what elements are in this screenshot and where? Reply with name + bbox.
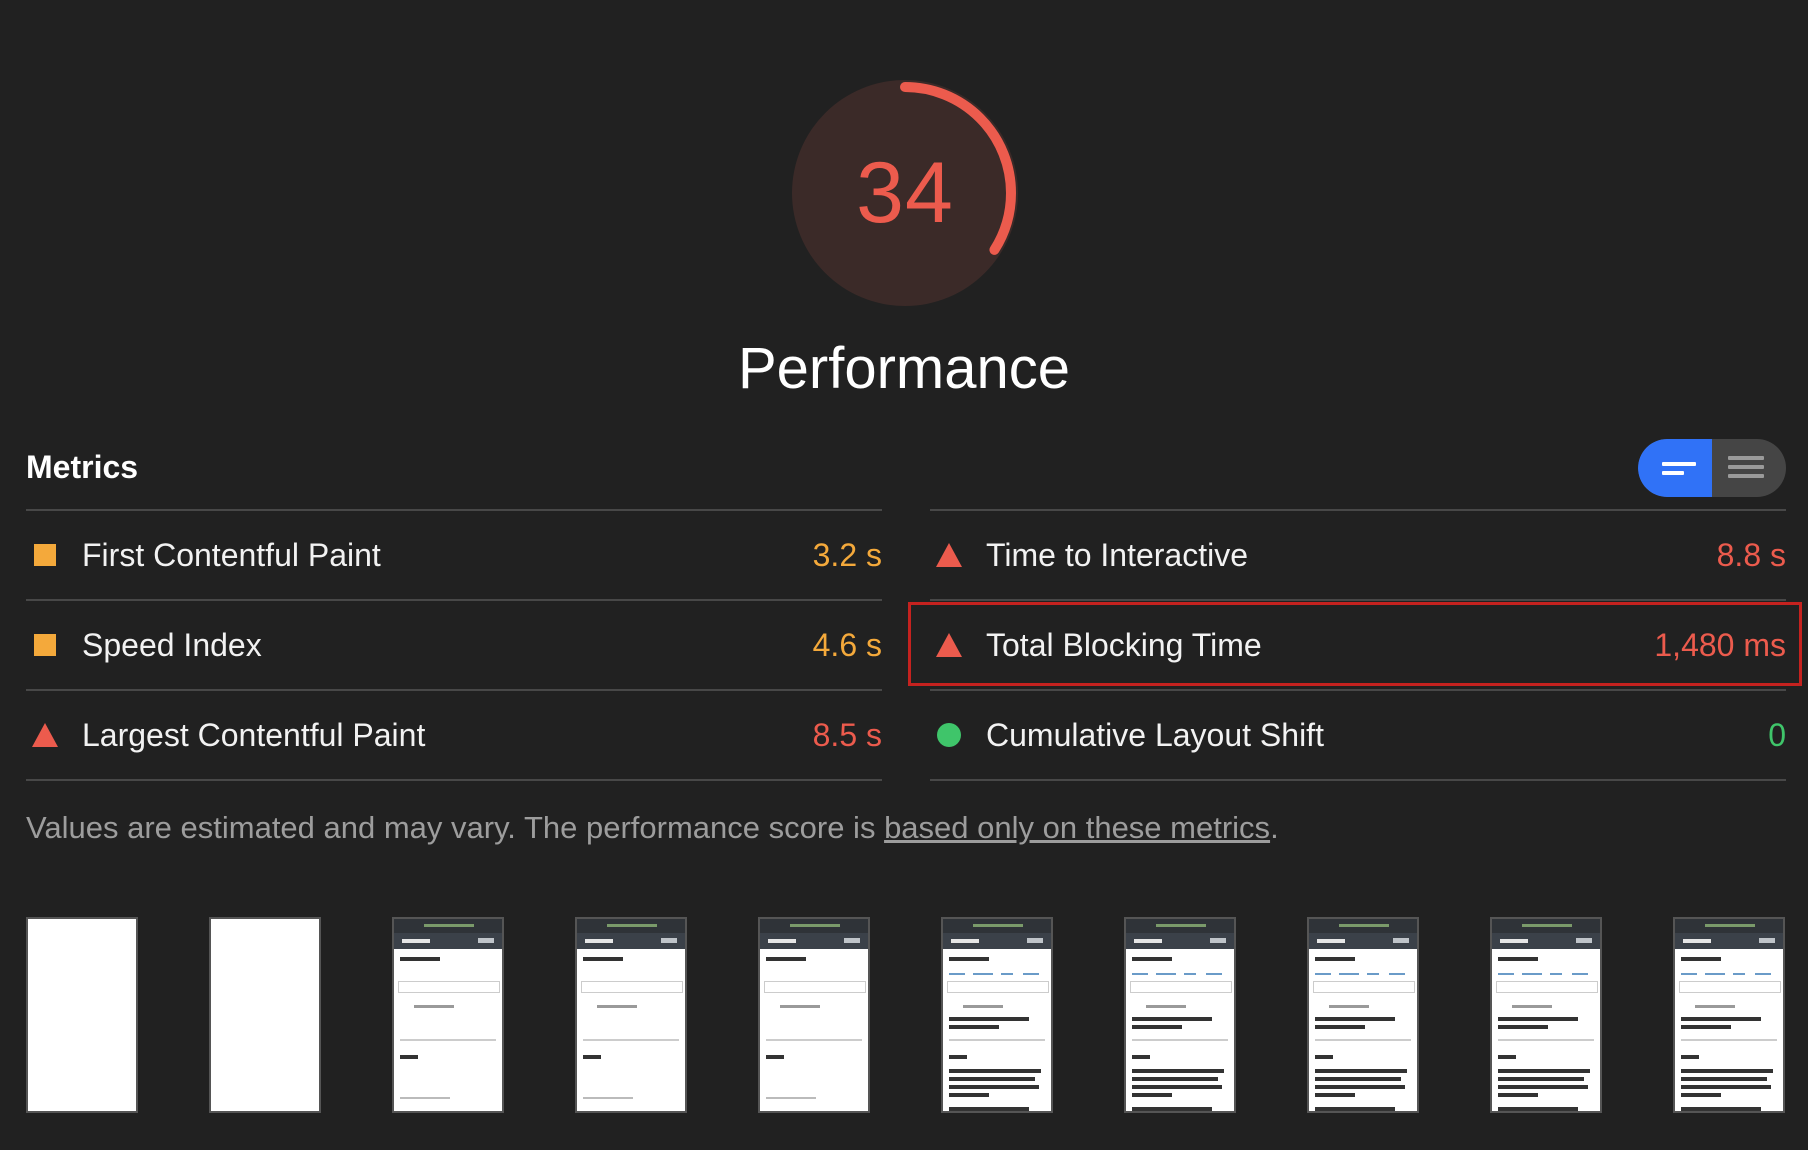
- filmstrip-frame: [941, 917, 1053, 1113]
- fail-triangle-icon: [936, 543, 962, 567]
- fail-triangle-icon: [32, 723, 58, 747]
- filmstrip-frame: [1490, 917, 1602, 1113]
- metric-label: First Contentful Paint: [82, 537, 381, 573]
- metric-largest-contentful-paint: Largest Contentful Paint 8.5 s: [26, 690, 882, 780]
- metric-cumulative-layout-shift: Cumulative Layout Shift 0: [930, 690, 1786, 780]
- metrics-view-toggle[interactable]: [1638, 439, 1786, 497]
- metric-value: 3.2 s: [812, 537, 882, 573]
- disclaimer-end: .: [1270, 810, 1279, 845]
- filmstrip-frame: [26, 917, 138, 1113]
- highlight-annotation-box: [908, 602, 1802, 686]
- disclaimer-text: Values are estimated and may vary. The p…: [26, 810, 885, 845]
- filmstrip-frame: [575, 917, 687, 1113]
- filmstrip-frame: [209, 917, 321, 1113]
- metric-value: 8.8 s: [1716, 537, 1786, 573]
- performance-score-gauge: 34: [792, 80, 1018, 306]
- metrics-disclaimer: Values are estimated and may vary. The p…: [26, 810, 1279, 846]
- expanded-view-button[interactable]: [1712, 439, 1786, 497]
- metric-speed-index: Speed Index 4.6 s: [26, 600, 882, 690]
- metric-label: Time to Interactive: [986, 537, 1249, 573]
- pass-circle-icon: [937, 723, 961, 747]
- filmstrip: [26, 917, 1786, 1117]
- filmstrip-frame: [1673, 917, 1785, 1113]
- metrics-header: Metrics: [26, 449, 139, 485]
- compact-view-button[interactable]: [1638, 439, 1712, 497]
- performance-score: 34: [856, 144, 954, 241]
- metric-value: 4.6 s: [812, 627, 882, 663]
- metric-label: Cumulative Layout Shift: [986, 717, 1324, 753]
- filmstrip-frame: [1307, 917, 1419, 1113]
- metric-time-to-interactive: Time to Interactive 8.8 s: [930, 510, 1786, 600]
- average-square-icon: [34, 634, 56, 656]
- metric-value: 0: [1768, 717, 1786, 753]
- filmstrip-frame: [758, 917, 870, 1113]
- metric-label: Speed Index: [82, 627, 262, 663]
- metrics-scoring-link[interactable]: based only on these metrics: [884, 810, 1270, 845]
- average-square-icon: [34, 544, 56, 566]
- metric-first-contentful-paint: First Contentful Paint 3.2 s: [26, 510, 882, 600]
- filmstrip-frame: [1124, 917, 1236, 1113]
- filmstrip-frame: [392, 917, 504, 1113]
- metric-value: 8.5 s: [812, 717, 882, 753]
- category-title: Performance: [737, 336, 1071, 401]
- metric-label: Largest Contentful Paint: [82, 717, 426, 753]
